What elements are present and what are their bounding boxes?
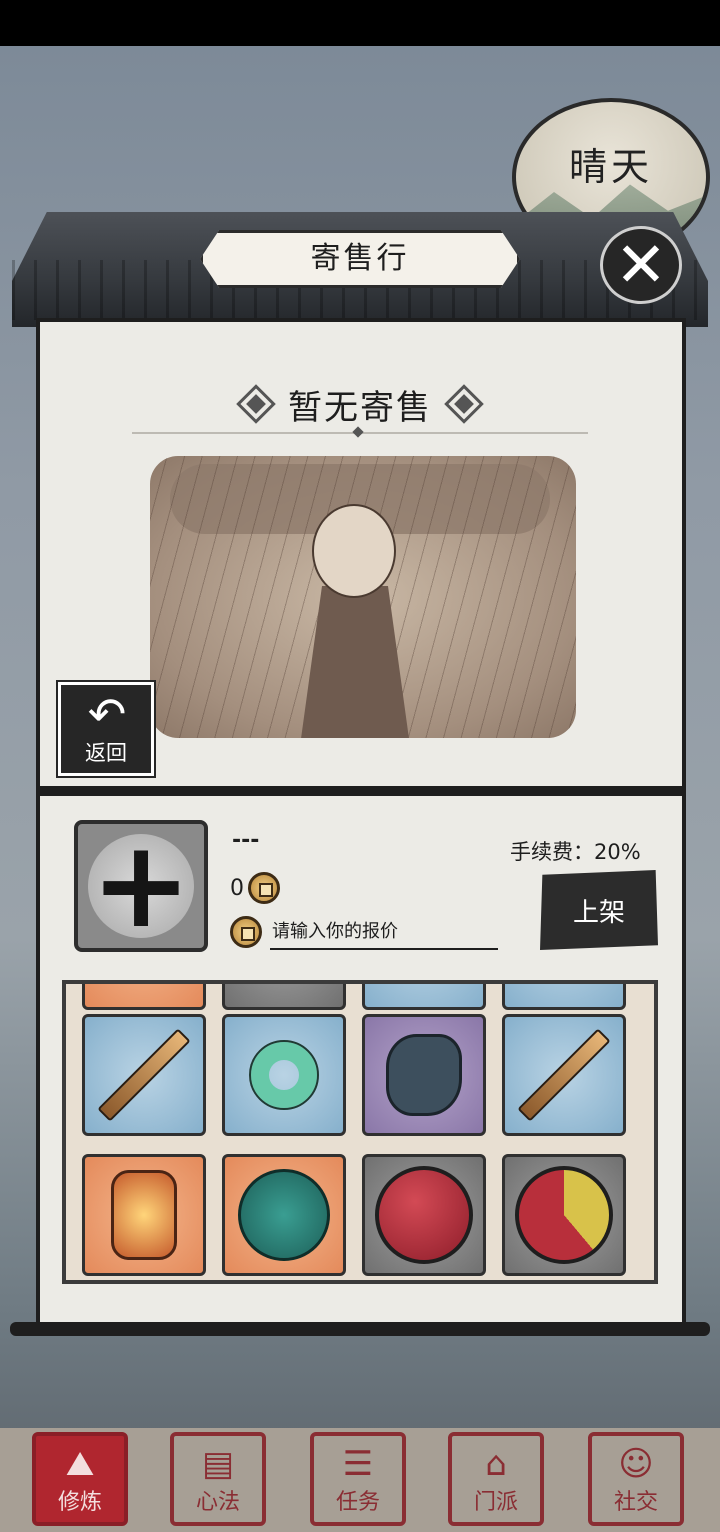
coin-icon [230, 916, 262, 948]
close-button[interactable]: ✕ [600, 226, 682, 304]
price-value: 0 [230, 875, 244, 901]
task-icon: ☰ [342, 1444, 374, 1484]
sword-icon [517, 1028, 611, 1122]
inventory-slot[interactable] [222, 984, 346, 1010]
inventory-slot[interactable] [82, 1154, 206, 1276]
inventory-slot[interactable] [362, 1154, 486, 1276]
inventory-slot[interactable] [82, 1014, 206, 1136]
window-title: 寄售行 [310, 241, 410, 276]
inventory-slot[interactable] [222, 1154, 346, 1276]
diamond-ornament-icon [236, 384, 276, 424]
lantern-icon [111, 1170, 177, 1260]
section-divider [36, 786, 686, 796]
sect-icon: ⌂ [485, 1444, 507, 1484]
nav-item-sect[interactable]: ⌂ 门派 [448, 1432, 544, 1526]
people-icon: ☺ [618, 1444, 654, 1484]
panel-base [10, 1322, 710, 1336]
inventory-slot[interactable] [502, 1014, 626, 1136]
status-bar [0, 0, 720, 46]
inventory-grid [62, 980, 658, 1284]
inventory-slot[interactable] [502, 984, 626, 1010]
sword-icon [97, 1028, 191, 1122]
inventory-slot[interactable] [362, 984, 486, 1010]
selected-item-name: --- [232, 828, 260, 853]
close-icon: ✕ [615, 228, 667, 301]
nav-item-mind-method[interactable]: ▤ 心法 [170, 1432, 266, 1526]
character-head [312, 504, 396, 598]
scroll-icon: ▤ [201, 1444, 235, 1484]
nav-label: 社交 [613, 1490, 658, 1515]
bid-input[interactable] [270, 914, 498, 950]
nav-label: 门派 [473, 1490, 518, 1515]
ore-icon [386, 1034, 462, 1116]
red-pill-icon [375, 1166, 473, 1264]
nav-item-social[interactable]: ☺ 社交 [588, 1432, 684, 1526]
mountain-icon: ⛰ [65, 1444, 95, 1484]
empty-state-header: 暂无寄售 [200, 380, 520, 428]
nav-label: 任务 [335, 1490, 380, 1515]
inventory-slot[interactable] [222, 1014, 346, 1136]
nav-item-tasks[interactable]: ☰ 任务 [310, 1432, 406, 1526]
jade-orb-icon [238, 1169, 330, 1261]
nav-label: 修炼 [57, 1490, 102, 1515]
bid-row [230, 914, 498, 950]
yin-yang-pill-icon [515, 1166, 613, 1264]
fee-label: 手续费：20% [510, 840, 641, 864]
weather-label: 晴天 [568, 145, 653, 189]
item-select-slot[interactable]: + [74, 820, 208, 952]
inventory-slot[interactable] [362, 1014, 486, 1136]
price-row: 0 [230, 872, 280, 904]
empty-state-title: 暂无寄售 [288, 387, 432, 428]
nav-item-cultivate[interactable]: ⛰ 修炼 [32, 1432, 128, 1526]
coin-icon [248, 872, 280, 904]
empty-state-illustration [150, 456, 576, 738]
inventory-slot[interactable] [82, 984, 206, 1010]
plus-icon: + [90, 816, 192, 955]
inventory-slot[interactable] [502, 1154, 626, 1276]
jade-pendant-icon [249, 1040, 319, 1110]
back-button-label: 返回 [85, 741, 127, 765]
back-arrow-icon: ↶ [87, 687, 127, 741]
nav-label: 心法 [195, 1490, 240, 1515]
diamond-ornament-icon [444, 384, 484, 424]
list-item-button[interactable]: 上架 [540, 870, 658, 950]
back-button[interactable]: ↶ 返回 [56, 680, 156, 778]
